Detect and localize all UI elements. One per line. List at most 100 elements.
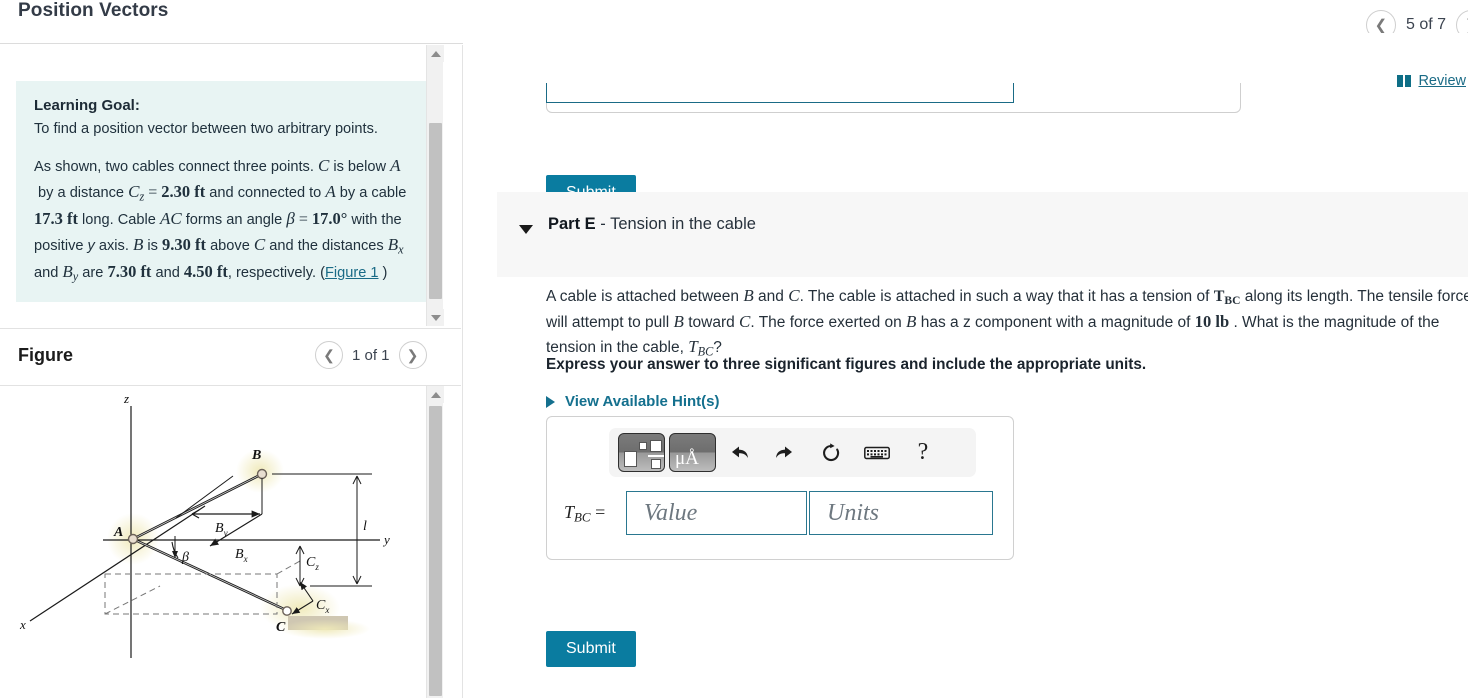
part-e-label: Part E [548, 215, 596, 233]
scroll-clip-mask [463, 33, 1468, 83]
problem-text-n: and [151, 265, 184, 282]
svg-text:β: β [181, 550, 189, 565]
figure-scrollbar[interactable] [426, 386, 444, 698]
redo-icon[interactable] [762, 433, 808, 472]
figure-scrollbar-thumb[interactable] [429, 406, 442, 696]
statement-scrollbar[interactable] [426, 45, 444, 326]
q-TBC-italic: TBC [688, 336, 714, 358]
scroll-up-arrow[interactable] [427, 45, 444, 62]
right-panel: Review Submit Part E - Tension in the ca… [462, 33, 1468, 698]
question-text: A cable is attached between B and C. The… [546, 284, 1468, 361]
problem-description: As shown, two cables connect three point… [34, 153, 412, 286]
units-palette-icon[interactable]: μÅ [669, 433, 716, 472]
answer-variable-symbol: TBC [564, 502, 591, 525]
q-text-1: A cable is attached between [546, 288, 744, 305]
problem-text-j: above [206, 238, 254, 255]
view-hints-link[interactable]: View Available Hint(s) [546, 393, 720, 410]
problem-text-f: long. Cable [78, 211, 160, 228]
math-template-palette-icon[interactable] [618, 433, 665, 472]
By-value: 4.50 [183, 262, 213, 282]
value-input[interactable]: Value [626, 491, 807, 535]
answer-variable-label: TBC = [564, 502, 605, 526]
problem-text-g: forms an angle [181, 211, 287, 228]
problem-text-b: is below [329, 158, 391, 175]
q-B-2: B [673, 311, 684, 331]
problem-text-e: by a cable [335, 184, 407, 201]
reset-icon[interactable] [808, 433, 854, 472]
Cz-value: 2.30 [161, 181, 191, 201]
problem-text-d: and connected to [205, 184, 326, 201]
cable-AC-units: ft [62, 208, 78, 228]
figure-counter: 1 of 1 [352, 346, 390, 364]
caret-right-icon [546, 395, 555, 408]
point-C-sym-2: C [253, 235, 266, 255]
scroll-down-arrow[interactable] [427, 309, 444, 326]
svg-text:By: By [215, 521, 228, 538]
part-e-panel: Part E - Tension in the cable [497, 192, 1468, 277]
figure-header: Figure ❮ 1 of 1 ❯ [0, 328, 461, 384]
review-label[interactable]: Review [1418, 73, 1466, 89]
problem-statement-pane: Learning Goal: To find a position vector… [0, 45, 461, 326]
Cz-units: ft [190, 181, 206, 201]
q-text-6: . The force exerted on [750, 313, 907, 331]
problem-text-k: and the distances [265, 238, 388, 255]
Bx-units: ft [136, 262, 152, 282]
question-counter: 5 of 7 [1405, 16, 1446, 33]
q-text-2: and [753, 288, 789, 305]
q-text-5: toward [683, 313, 740, 331]
Cz-sym: Cz [128, 181, 145, 204]
point-A-sym-2: A [325, 181, 336, 201]
point-C-sym: C [317, 155, 330, 175]
review-link[interactable]: Review [1397, 73, 1466, 89]
q-B-3: B [906, 311, 917, 331]
figure-pager: ❮ 1 of 1 ❯ [315, 341, 427, 369]
units-button-label: μÅ [675, 448, 699, 469]
undo-icon[interactable] [716, 433, 762, 472]
point-A-sym: A [390, 155, 401, 175]
page-root: Position Vectors ❮ 5 of 7 ❯ Learning Goa… [0, 0, 1468, 698]
figure-prev-button[interactable]: ❮ [315, 341, 343, 369]
q-text-7: has a z component with a magnitude of [916, 313, 1195, 331]
beta-sym: β [286, 208, 295, 228]
svg-text:x: x [19, 617, 26, 632]
q-text-3: . The cable is attached in such a way th… [799, 288, 1214, 305]
submit-button-bottom[interactable]: Submit [546, 631, 636, 667]
left-panel: Learning Goal: To find a position vector… [0, 45, 461, 698]
q-text-9: ? [713, 338, 722, 356]
svg-text:z: z [123, 391, 129, 406]
figure-scroll-up-arrow[interactable] [427, 386, 444, 403]
By-sym: By [62, 262, 79, 284]
problem-text-m: are [78, 265, 108, 282]
scrollbar-thumb[interactable] [429, 123, 442, 299]
By-units: ft [212, 262, 228, 282]
q-B-1: B [743, 286, 754, 305]
position-vector-diagram: z y x B A By Bx β Cz Cx l [19, 391, 390, 658]
svg-text:Cz: Cz [306, 555, 319, 572]
problem-text-a: As shown, two cables connect three point… [34, 158, 318, 175]
svg-text:Bx: Bx [235, 547, 248, 564]
answer-equals-sign: = [595, 502, 606, 522]
caret-down-icon[interactable] [519, 225, 533, 234]
problem-text-l: and [34, 265, 63, 282]
view-hints-label[interactable]: View Available Hint(s) [565, 393, 720, 410]
problem-text-o: , respectively. ( [227, 265, 325, 282]
problem-text-c: by a distance [34, 184, 129, 201]
help-icon[interactable]: ? [900, 433, 946, 472]
learning-goal-objective: To find a position vector between two ar… [34, 120, 378, 137]
figure-pane: z y x B A By Bx β Cz Cx l [0, 385, 461, 698]
cable-AC-length: 17.3 [34, 208, 63, 228]
page-title: Position Vectors [18, 0, 169, 21]
answer-entry-box: μÅ ? TBC = Value Units [546, 416, 1014, 560]
figure-1-link[interactable]: Figure 1 [325, 265, 379, 281]
book-icon [1397, 75, 1412, 87]
eq-sign-2: = [294, 210, 312, 228]
svg-text:B: B [251, 448, 261, 463]
beta-value: 17.0 [311, 208, 341, 228]
part-e-subtitle: Tension in the cable [610, 215, 756, 233]
learning-goal-title: Learning Goal: [34, 97, 140, 114]
part-e-title: Part E - Tension in the cable [548, 215, 756, 234]
part-e-dash: - [595, 215, 611, 233]
keyboard-icon[interactable] [854, 433, 900, 472]
units-input[interactable]: Units [809, 491, 993, 535]
figure-next-button[interactable]: ❯ [398, 341, 427, 369]
